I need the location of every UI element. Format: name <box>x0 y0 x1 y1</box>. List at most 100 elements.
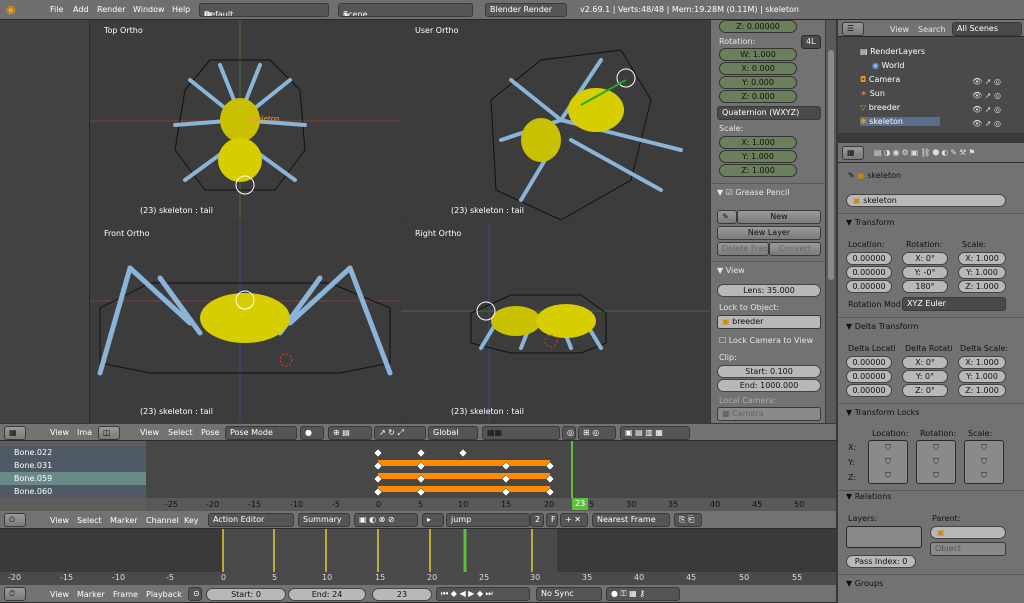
action-add-icon[interactable]: + ✕ <box>560 513 588 527</box>
delta-rotation-x-field[interactable]: X: 0° <box>902 356 948 369</box>
parent-type-dropdown[interactable]: Object <box>930 542 1006 556</box>
delta-scale-y-field[interactable]: Y: 1.000 <box>958 370 1006 383</box>
rotation-z-field[interactable]: 180° <box>902 280 948 293</box>
lock-rotation-toggle-grid[interactable]: ⛉ ⛉ ⛉ <box>916 440 956 484</box>
outliner-menu-view[interactable]: View <box>890 25 909 34</box>
viewport-top-ortho[interactable]: skeleton Top Ortho (23) skeleton : tail <box>90 20 400 222</box>
gp-new-layer-button[interactable]: New Layer <box>717 226 821 240</box>
current-frame-indicator[interactable]: 23 <box>572 498 589 510</box>
view3d-menu-view[interactable]: View <box>140 428 159 437</box>
rotation-z-field[interactable]: Z: 0.000 <box>719 90 797 103</box>
copy-paste-icons[interactable]: ⎘ ⎗ <box>674 513 702 527</box>
dopesheet-ruler[interactable]: -25 -20 -15 -10 -5 0 5 10 15 20 25 30 35… <box>146 498 836 511</box>
outliner-item-sun[interactable]: ☀ Sun <box>860 89 885 98</box>
channel-row[interactable]: Bone.031 <box>0 459 146 472</box>
lock-object-field[interactable]: ▣ breeder <box>717 315 821 329</box>
lock-camera-checkbox[interactable]: ☐ Lock Camera to View <box>719 336 813 345</box>
scale-z-field[interactable]: Z: 1.000 <box>719 164 797 177</box>
gp-delete-frame-button[interactable]: Delete Frame <box>717 242 769 256</box>
outliner-item-renderlayers[interactable]: ▤ RenderLayers <box>860 47 925 56</box>
location-x-field[interactable]: 0.00000 <box>846 252 892 265</box>
lock-toggle-grid[interactable]: ⛉ ⛉ ⛉ <box>868 440 908 484</box>
delta-location-y-field[interactable]: 0.00000 <box>846 370 892 383</box>
manipulator-toggle[interactable]: ↗ ↻ ⤢ <box>374 426 426 440</box>
delta-location-x-field[interactable]: 0.00000 <box>846 356 892 369</box>
action-browse-icon[interactable]: ▸ <box>422 513 444 527</box>
gp-pencil-icon[interactable]: ✎ <box>717 210 737 224</box>
object-name-field[interactable]: ▣ skeleton <box>846 194 1006 207</box>
gp-new-button[interactable]: New <box>737 210 821 224</box>
outliner-tree[interactable]: ▤ RenderLayers ◉ World ◘ Camera ☀ Sun ▽ … <box>838 37 1024 133</box>
object-layers-grid[interactable] <box>846 526 922 548</box>
rotation-x-field[interactable]: X: 0° <box>902 252 948 265</box>
clip-start-field[interactable]: Start: 0.100 <box>717 365 821 378</box>
outliner-filter-dropdown[interactable]: All Scenes <box>952 22 1022 36</box>
rotation-y-field[interactable]: Y: -0° <box>902 266 948 279</box>
outliner-item-world[interactable]: ◉ World <box>872 61 904 70</box>
frame-end-field[interactable]: End: 24 <box>288 588 366 601</box>
filter-icons[interactable]: ▣ ◐ ⊗ ⊘ <box>354 513 418 527</box>
ae-menu-channel[interactable]: Channel <box>146 516 179 525</box>
delta-transform-header[interactable]: ▼ Delta Transform <box>846 322 918 331</box>
editor-type-icon[interactable]: ⏲ <box>4 513 26 527</box>
rotation-y-field[interactable]: Y: 0.000 <box>719 76 797 89</box>
mode-dropdown[interactable]: Pose Mode <box>225 426 297 440</box>
groups-header[interactable]: ▼ Groups <box>846 579 883 588</box>
scale-x-field[interactable]: X: 1.000 <box>958 252 1006 265</box>
fake-user-toggle[interactable]: F <box>546 513 558 527</box>
transform-locks-header[interactable]: ▼ Transform Locks <box>846 408 919 417</box>
layout-selector[interactable]: ▦ Default <box>199 3 329 17</box>
local-camera-field[interactable]: ■ Camera <box>717 407 821 421</box>
keying-icons[interactable]: ● ⚿ ▦ ⚷ <box>606 587 680 601</box>
channel-row[interactable]: Bone.022 <box>0 446 146 459</box>
tl-menu-frame[interactable]: Frame <box>113 590 138 599</box>
delta-scale-x-field[interactable]: X: 1.000 <box>958 356 1006 369</box>
render-icons[interactable]: ▣ ▤ ▥ ▦ <box>620 426 690 440</box>
ae-menu-key[interactable]: Key <box>184 516 199 525</box>
action-users-count[interactable]: 2 <box>530 513 544 527</box>
menu-window[interactable]: Window <box>133 5 165 14</box>
scale-z-field[interactable]: Z: 1.000 <box>958 280 1006 293</box>
ae-menu-marker[interactable]: Marker <box>110 516 138 525</box>
view3d-menu-select[interactable]: Select <box>168 428 193 437</box>
channel-row[interactable]: Bone.059 <box>0 472 146 485</box>
ds-menu-image[interactable]: Ima <box>77 428 92 437</box>
timeline-region[interactable]: -20 -15 -10 -5 0 5 10 15 20 25 30 35 40 … <box>0 529 836 585</box>
orientation-dropdown[interactable]: Global <box>428 426 478 440</box>
rotation-mode-dropdown[interactable]: Quaternion (WXYZ) <box>717 106 821 120</box>
snap-icon[interactable]: ⊞ ◎ <box>578 426 616 440</box>
outliner-item-breeder[interactable]: ▽ breeder <box>860 103 900 112</box>
tl-menu-playback[interactable]: Playback <box>146 590 182 599</box>
menu-add[interactable]: Add <box>73 5 89 14</box>
pass-index-field[interactable]: Pass Index: 0 <box>846 555 916 568</box>
summary-toggle[interactable]: Summary <box>298 513 350 527</box>
editor-type-icon[interactable]: ▦ <box>4 426 26 440</box>
shading-dropdown[interactable]: ● <box>300 426 324 440</box>
location-z-field[interactable]: Z: 0.00000 <box>719 20 797 33</box>
relations-header[interactable]: ▼ Relations <box>846 492 891 501</box>
view3d-menu-pose[interactable]: Pose <box>201 428 220 437</box>
ae-menu-select[interactable]: Select <box>77 516 102 525</box>
rotation-mode-dropdown[interactable]: XYZ Euler <box>902 297 1006 311</box>
ds-menu-view[interactable]: View <box>50 428 69 437</box>
preview-range-icon[interactable]: ⊙ <box>188 587 202 601</box>
view3d-editor-type-icon[interactable]: ◫ <box>98 426 120 440</box>
menu-help[interactable]: Help <box>172 5 190 14</box>
tl-menu-marker[interactable]: Marker <box>77 590 105 599</box>
delta-rotation-z-field[interactable]: Z: 0° <box>902 384 948 397</box>
outliner-item-skeleton[interactable]: ✱ skeleton <box>860 117 940 126</box>
view-section-header[interactable]: ▼ View <box>717 266 745 275</box>
scene-selector[interactable]: ◈ Scene <box>338 3 473 17</box>
clip-end-field[interactable]: End: 1000.000 <box>717 379 821 392</box>
layers-grid[interactable]: ▦▦ <box>482 426 560 440</box>
visibility-icons[interactable]: 👁 ➚ ◎ 👁 ➚ ◎ 👁 ➚ ◎ 👁 ➚ ◎ <box>972 75 1001 131</box>
playback-controls[interactable]: ⏮ ◆ ◀ ▶ ◆ ⏭ <box>436 587 530 601</box>
parent-field[interactable]: ▣ <box>930 526 1006 539</box>
scale-y-field[interactable]: Y: 1.000 <box>719 150 797 163</box>
editor-type-icon[interactable]: ▦ <box>842 146 864 160</box>
ae-menu-view[interactable]: View <box>50 516 69 525</box>
location-z-field[interactable]: 0.00000 <box>846 280 892 293</box>
timeline-keyframes[interactable] <box>0 529 836 573</box>
delta-scale-z-field[interactable]: Z: 1.000 <box>958 384 1006 397</box>
pivot-dropdown[interactable]: ⊕ ▤ <box>328 426 372 440</box>
